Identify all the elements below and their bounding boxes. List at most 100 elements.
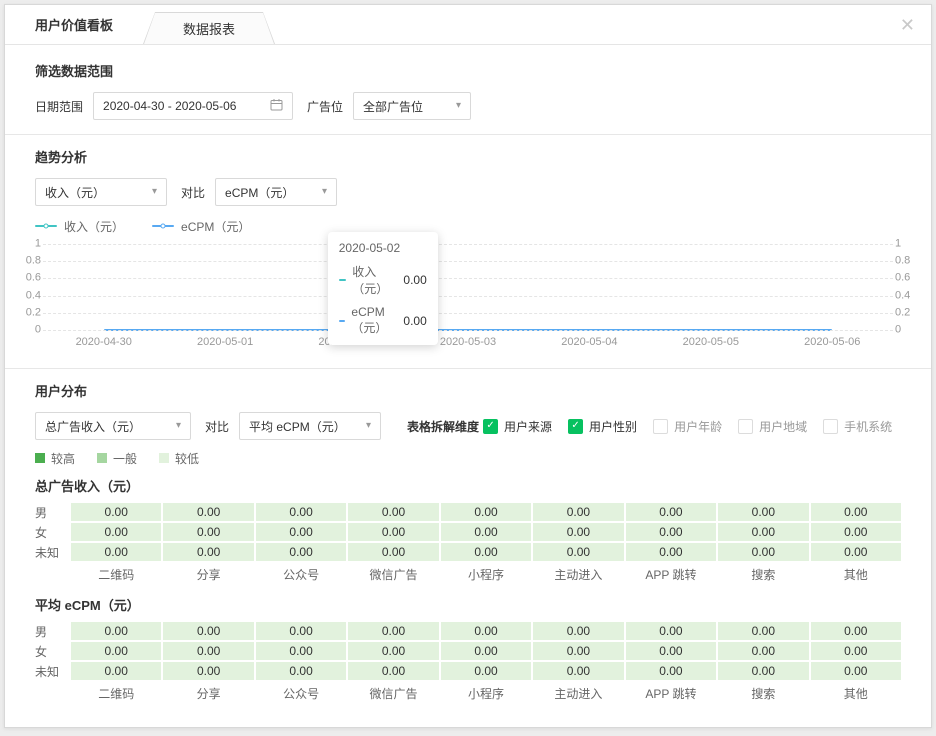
column-label: APP 跳转: [626, 682, 716, 700]
x-tick-label: 2020-05-06: [772, 336, 893, 350]
y-tick-label: 0.8: [895, 256, 917, 267]
y-tick-label: 0.6: [19, 273, 41, 284]
value-cell: 0.00: [71, 662, 161, 680]
legend-label: 一般: [113, 450, 137, 467]
x-tick-label: 2020-05-05: [650, 336, 771, 350]
value-cell: 0.00: [533, 662, 623, 680]
dimension-label: 用户年龄: [674, 418, 722, 435]
close-icon[interactable]: ✕: [900, 16, 915, 34]
value-cell: 0.00: [256, 622, 346, 640]
value-cell: 0.00: [533, 523, 623, 541]
tab-label: 数据报表: [183, 19, 235, 38]
column-label: 公众号: [256, 682, 346, 700]
dimension-option-1[interactable]: ✓ 用户来源: [483, 418, 552, 435]
caret-down-icon: ▾: [448, 101, 461, 111]
legend-item-income[interactable]: 收入（元）: [35, 218, 124, 235]
value-cell: 0.00: [256, 662, 346, 680]
trend-section-title: 趋势分析: [35, 149, 901, 166]
checkbox-unchecked-icon[interactable]: [823, 419, 838, 434]
column-label: 小程序: [441, 563, 531, 581]
value-cell: 0.00: [441, 662, 531, 680]
dimension-option-4[interactable]: 用户地域: [738, 418, 807, 435]
x-tick-label: 2020-05-01: [164, 336, 285, 350]
distribution-compare-value: 平均 eCPM（元）: [249, 418, 346, 435]
tab-shape-inner: 数据报表: [144, 13, 274, 44]
value-cell: 0.00: [348, 622, 438, 640]
legend-item-ecpm[interactable]: eCPM（元）: [152, 218, 250, 235]
distribution-metric-select[interactable]: 总广告收入（元） ▾: [35, 412, 191, 440]
column-label: 微信广告: [348, 563, 438, 581]
dimension-option-3[interactable]: 用户年龄: [653, 418, 722, 435]
value-cell: 0.00: [441, 523, 531, 541]
compare-label: 对比: [181, 184, 205, 201]
value-cell: 0.00: [718, 642, 808, 660]
value-cell: 0.00: [718, 523, 808, 541]
dimensions-label: 表格拆解维度: [407, 418, 479, 435]
y-tick-label: 0.4: [895, 290, 917, 301]
adslot-select[interactable]: 全部广告位 ▾: [353, 92, 471, 120]
trend-compare-select[interactable]: eCPM（元） ▾: [215, 178, 337, 206]
legend-label: 较高: [51, 450, 75, 467]
divider: [5, 368, 931, 369]
level-legend-item: 较高: [35, 450, 75, 467]
gridline: [43, 330, 893, 331]
value-cell: 0.00: [256, 523, 346, 541]
value-cell: 0.00: [811, 622, 901, 640]
gridline: [43, 244, 893, 245]
trend-controls: 收入（元） ▾ 对比 eCPM（元） ▾: [35, 178, 901, 206]
distribution-compare-select[interactable]: 平均 eCPM（元） ▾: [239, 412, 381, 440]
caret-down-icon: ▾: [314, 187, 327, 197]
x-tick-label: 2020-04-30: [43, 336, 164, 350]
tab-data-report[interactable]: 数据报表: [143, 12, 275, 44]
value-cell: 0.00: [811, 523, 901, 541]
tooltip-title: 2020-05-02: [339, 241, 427, 255]
spacer: [35, 682, 69, 700]
value-cell: 0.00: [626, 503, 716, 521]
checkbox-checked-icon[interactable]: ✓: [568, 419, 583, 434]
value-cell: 0.00: [71, 503, 161, 521]
value-cell: 0.00: [441, 622, 531, 640]
legend-label: 较低: [175, 450, 199, 467]
compare-label: 对比: [205, 418, 229, 435]
table-title: 总广告收入（元）: [35, 478, 901, 495]
divider: [5, 134, 931, 135]
legend-color-chip: [35, 453, 45, 463]
row-label: 女: [35, 642, 69, 660]
distribution-table: 平均 eCPM（元） 男0.000.000.000.000.000.000.00…: [35, 597, 901, 700]
column-label: 主动进入: [533, 682, 623, 700]
value-cell: 0.00: [626, 622, 716, 640]
distribution-metric-value: 总广告收入（元）: [45, 418, 141, 435]
legend-color-chip: [159, 453, 169, 463]
trend-metric-select[interactable]: 收入（元） ▾: [35, 178, 167, 206]
value-cell: 0.00: [71, 622, 161, 640]
distribution-controls: 总广告收入（元） ▾ 对比 平均 eCPM（元） ▾ 表格拆解维度 ✓用户来源✓…: [35, 412, 901, 440]
checkbox-unchecked-icon[interactable]: [653, 419, 668, 434]
dimension-label: 用户来源: [504, 418, 552, 435]
chart-tooltip: 2020-05-02 收入（元） 0.00 eCPM（元） 0.00: [328, 232, 438, 345]
dimension-label: 手机系统: [844, 418, 892, 435]
value-cell: 0.00: [533, 642, 623, 660]
dimension-option-2[interactable]: ✓用户性别: [568, 418, 637, 435]
adslot-value: 全部广告位: [363, 98, 423, 115]
legend-dot: [161, 224, 166, 229]
date-range-input[interactable]: 2020-04-30 - 2020-05-06: [93, 92, 293, 120]
value-cell: 0.00: [256, 642, 346, 660]
value-grid: 男0.000.000.000.000.000.000.000.000.00女0.…: [35, 503, 901, 581]
column-label: 搜索: [718, 563, 808, 581]
column-label: 小程序: [441, 682, 531, 700]
value-cell: 0.00: [348, 642, 438, 660]
tab-user-value-board[interactable]: 用户价值看板: [5, 4, 141, 44]
dimension-option-5[interactable]: 手机系统: [823, 418, 892, 435]
checkbox-unchecked-icon[interactable]: [738, 419, 753, 434]
level-legend-item: 一般: [97, 450, 137, 467]
checkbox-checked-icon[interactable]: ✓: [483, 419, 498, 434]
tooltip-value: 0.00: [403, 273, 426, 287]
legend-color-chip: [97, 453, 107, 463]
value-cell: 0.00: [533, 503, 623, 521]
y-tick-label: 0: [895, 325, 917, 336]
value-cell: 0.00: [811, 503, 901, 521]
trend-plot: 2020-05-02 收入（元） 0.00 eCPM（元） 0.00: [43, 244, 893, 330]
value-cell: 0.00: [163, 622, 253, 640]
value-cell: 0.00: [348, 503, 438, 521]
value-cell: 0.00: [71, 543, 161, 561]
